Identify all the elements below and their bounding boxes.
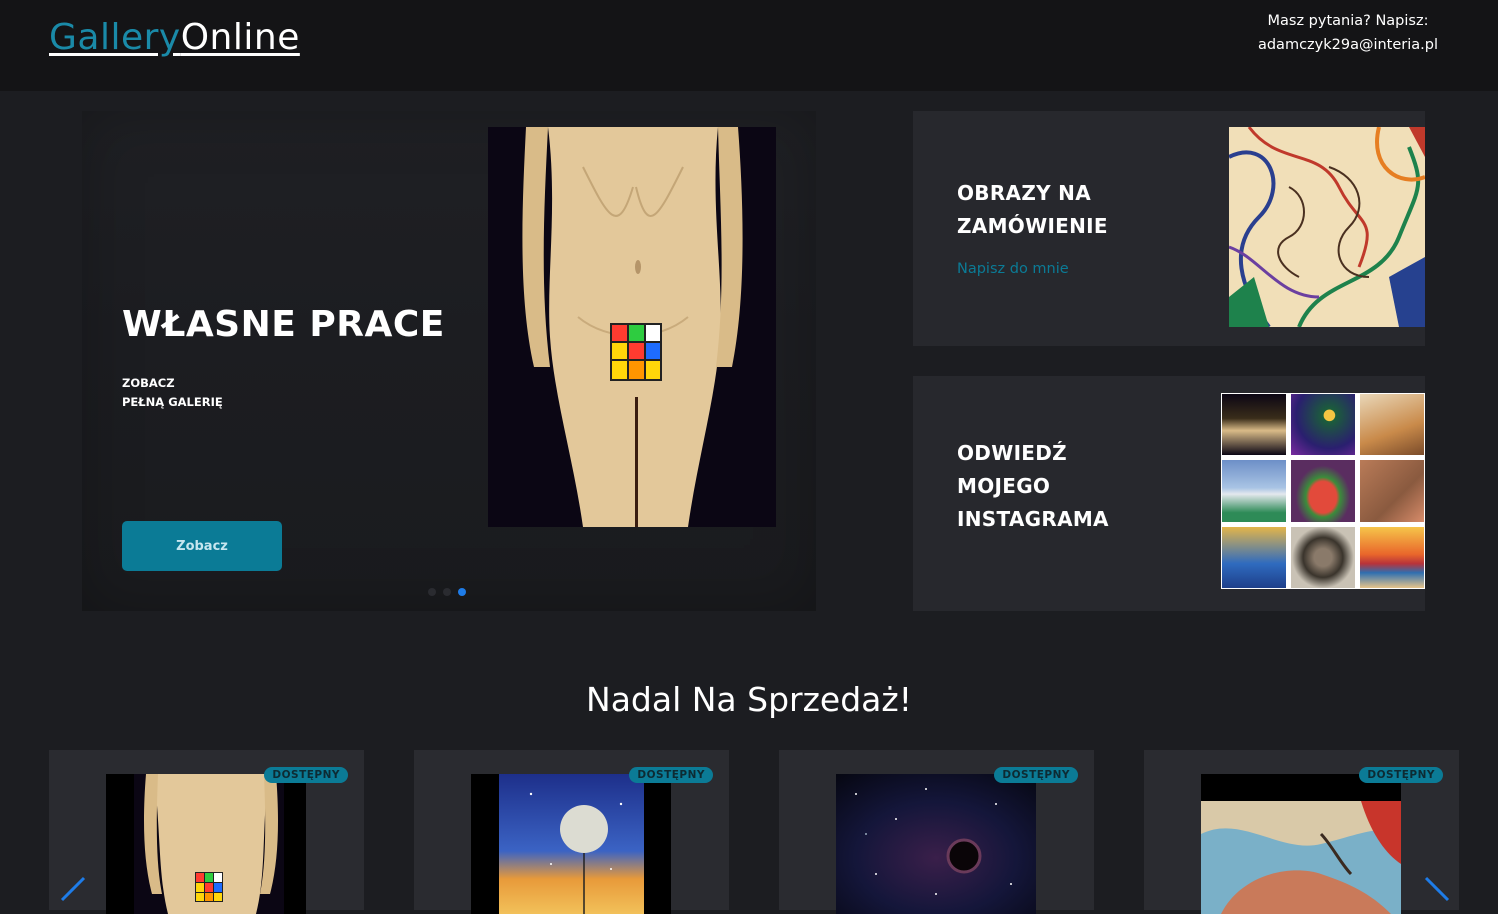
product-image-2 — [471, 774, 671, 914]
instagram-thumb-1 — [1222, 394, 1286, 456]
product-card-4[interactable]: DOSTĘPNY — [1144, 750, 1459, 914]
slide-subtitle: ZOBACZ PEŁNĄ GALERIĘ — [122, 374, 322, 412]
product-card-3[interactable]: DOSTĘPNY — [779, 750, 1094, 914]
instagram-thumb-4 — [1222, 460, 1286, 522]
hero-slider: WŁASNE PRACE ZOBACZ PEŁNĄ GALERIĘ Zobacz — [82, 111, 816, 611]
contact-email[interactable]: adamczyk29a@interia.pl — [1238, 33, 1458, 57]
instagram-title-line3: INSTAGRAMA — [957, 507, 1109, 531]
slide-artwork-image — [488, 127, 776, 527]
custom-orders-title-line1: OBRAZY NA — [957, 181, 1091, 205]
for-sale-section-title: Nadal Na Sprzedaż! — [586, 680, 912, 719]
carousel-next-arrow-icon[interactable] — [1418, 868, 1458, 908]
custom-orders-title: OBRAZY NA ZAMÓWIENIE — [957, 177, 1157, 243]
instagram-card[interactable]: ODWIEDŹ MOJEGO INSTAGRAMA — [913, 376, 1425, 611]
slide-subtitle-line2: PEŁNĄ GALERIĘ — [122, 395, 223, 409]
contact-prompt: Masz pytania? Napisz: — [1267, 13, 1429, 29]
site-header: GalleryOnline Masz pytania? Napisz: adam… — [0, 0, 1498, 91]
available-badge: DOSTĘPNY — [994, 767, 1078, 783]
instagram-thumbnail-grid — [1221, 393, 1425, 589]
product-image-1 — [106, 774, 306, 914]
instagram-thumb-6 — [1360, 460, 1424, 522]
product-image-3 — [836, 774, 1036, 914]
instagram-thumb-5 — [1291, 460, 1355, 522]
see-gallery-button[interactable]: Zobacz — [122, 521, 282, 571]
instagram-title: ODWIEDŹ MOJEGO INSTAGRAMA — [957, 437, 1157, 536]
logo-gallery-text: Gallery — [49, 17, 181, 58]
custom-orders-artwork-image — [1229, 127, 1425, 327]
contact-me-link[interactable]: Napisz do mnie — [957, 261, 1069, 277]
instagram-thumb-3 — [1360, 394, 1424, 456]
product-card-2[interactable]: DOSTĘPNY — [414, 750, 729, 914]
product-card-1[interactable]: DOSTĘPNY — [49, 750, 364, 914]
product-image-4 — [1201, 774, 1401, 914]
instagram-thumb-7 — [1222, 526, 1286, 588]
slider-dot-1[interactable] — [428, 588, 436, 596]
slider-dots — [428, 588, 466, 596]
contact-info: Masz pytania? Napisz: adamczyk29a@interi… — [1238, 9, 1458, 57]
slider-dot-2[interactable] — [443, 588, 451, 596]
logo-online-text: Online — [180, 17, 300, 58]
custom-orders-title-line2: ZAMÓWIENIE — [957, 214, 1108, 238]
instagram-title-line2: MOJEGO — [957, 474, 1051, 498]
slide-subtitle-line1: ZOBACZ — [122, 376, 175, 390]
custom-orders-card[interactable]: OBRAZY NA ZAMÓWIENIE Napisz do mnie — [913, 111, 1425, 346]
available-badge: DOSTĘPNY — [264, 767, 348, 783]
available-badge: DOSTĘPNY — [1359, 767, 1443, 783]
site-logo[interactable]: GalleryOnline — [49, 17, 300, 58]
carousel-prev-arrow-icon[interactable] — [56, 868, 96, 908]
slide-title: WŁASNE PRACE — [122, 304, 445, 345]
instagram-thumb-8 — [1291, 526, 1355, 588]
instagram-thumb-9 — [1360, 526, 1424, 588]
instagram-thumb-2 — [1291, 394, 1355, 456]
slider-dot-3[interactable] — [458, 588, 466, 596]
instagram-title-line1: ODWIEDŹ — [957, 441, 1067, 465]
available-badge: DOSTĘPNY — [629, 767, 713, 783]
